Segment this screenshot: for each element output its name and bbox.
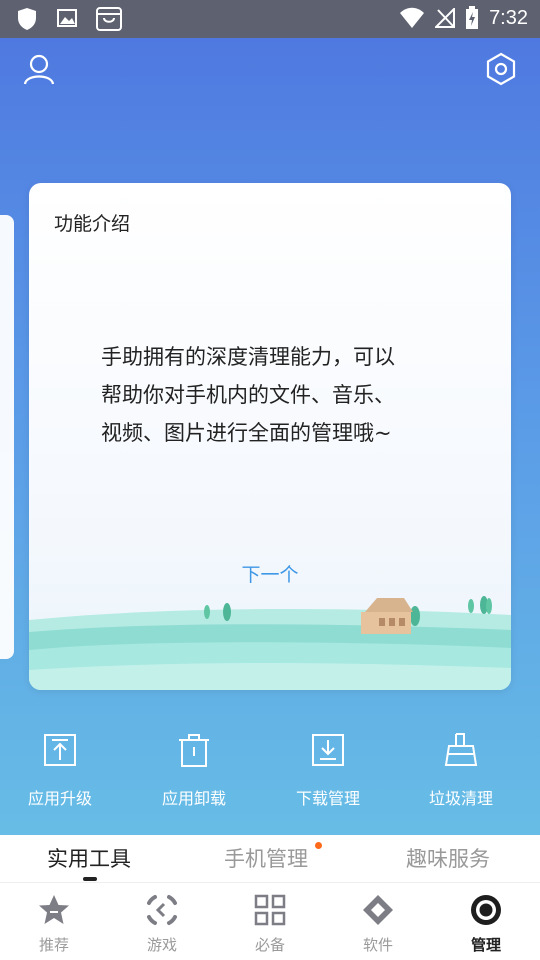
nav-label: 推荐 bbox=[38, 936, 69, 954]
card-body-line: 手助拥有的深度清理能力，可以 bbox=[101, 345, 395, 369]
game-icon bbox=[147, 895, 177, 925]
card-body-line: 帮助你对手机内的文件、音乐、 bbox=[101, 383, 395, 407]
image-icon bbox=[57, 9, 77, 27]
hero-section: 功能介绍 手助拥有的深度清理能力，可以 帮助你对手机内的文件、音乐、 视频、图片… bbox=[0, 38, 540, 835]
nav-label: 游戏 bbox=[146, 936, 177, 954]
nav-label: 必备 bbox=[254, 936, 285, 954]
nav-games[interactable]: 游戏 bbox=[108, 883, 216, 960]
star-icon bbox=[39, 895, 69, 924]
active-tab-indicator bbox=[83, 877, 97, 881]
tool-shortcuts: 应用升级 应用卸载 下载管理 垃圾清理 bbox=[0, 728, 540, 818]
card-body: 手助拥有的深度清理能力，可以 帮助你对手机内的文件、音乐、 视频、图片进行全面的… bbox=[101, 338, 441, 452]
nav-software[interactable]: 软件 bbox=[324, 883, 432, 960]
previous-card-peek[interactable] bbox=[0, 215, 14, 659]
diamond-icon bbox=[363, 895, 393, 925]
nav-label: 管理 bbox=[470, 936, 501, 954]
wifi-icon bbox=[400, 7, 425, 28]
tab-phone-management[interactable]: 手机管理 bbox=[224, 843, 308, 873]
intro-card: 功能介绍 手助拥有的深度清理能力，可以 帮助你对手机内的文件、音乐、 视频、图片… bbox=[29, 183, 511, 690]
nav-recommend[interactable]: 推荐 bbox=[0, 883, 108, 960]
manage-icon bbox=[471, 895, 501, 925]
tab-practical-tools[interactable]: 实用工具 bbox=[47, 843, 131, 873]
tool-label: 应用升级 bbox=[27, 789, 92, 808]
card-body-line: 视频、图片进行全面的管理哦~ bbox=[101, 421, 392, 445]
notification-dot bbox=[315, 842, 322, 849]
tool-label: 垃圾清理 bbox=[428, 789, 493, 808]
user-icon[interactable] bbox=[22, 52, 56, 86]
tool-label: 应用卸载 bbox=[161, 789, 226, 808]
shield-icon bbox=[18, 8, 36, 30]
category-tabs: 实用工具 手机管理 趣味服务 bbox=[0, 835, 540, 883]
trash-icon bbox=[179, 734, 209, 767]
nav-essentials[interactable]: 必备 bbox=[216, 883, 324, 960]
broom-icon bbox=[444, 733, 478, 766]
nav-manage[interactable]: 管理 bbox=[432, 883, 540, 960]
card-title: 功能介绍 bbox=[54, 213, 131, 235]
tool-download-manager[interactable]: 下载管理 bbox=[268, 728, 388, 818]
tool-app-upgrade[interactable]: 应用升级 bbox=[0, 728, 120, 818]
settings-icon[interactable] bbox=[484, 52, 518, 86]
status-bar: 7:32 bbox=[0, 0, 540, 38]
landscape-illustration bbox=[29, 596, 511, 690]
tool-junk-clean[interactable]: 垃圾清理 bbox=[401, 728, 521, 818]
status-time: 7:32 bbox=[489, 6, 528, 29]
upgrade-icon bbox=[44, 734, 76, 766]
tool-label: 下载管理 bbox=[295, 789, 360, 808]
battery-charging-icon bbox=[466, 6, 479, 29]
nav-label: 软件 bbox=[362, 936, 393, 954]
bag-icon bbox=[96, 7, 122, 31]
grid-icon bbox=[254, 894, 286, 926]
next-button[interactable]: 下一个 bbox=[29, 560, 511, 587]
tool-app-uninstall[interactable]: 应用卸载 bbox=[134, 728, 254, 818]
bottom-navigation: 推荐 游戏 必备 软件 管理 bbox=[0, 883, 540, 960]
download-icon bbox=[312, 734, 344, 766]
tab-fun-services[interactable]: 趣味服务 bbox=[406, 843, 490, 873]
no-signal-icon bbox=[435, 8, 456, 28]
